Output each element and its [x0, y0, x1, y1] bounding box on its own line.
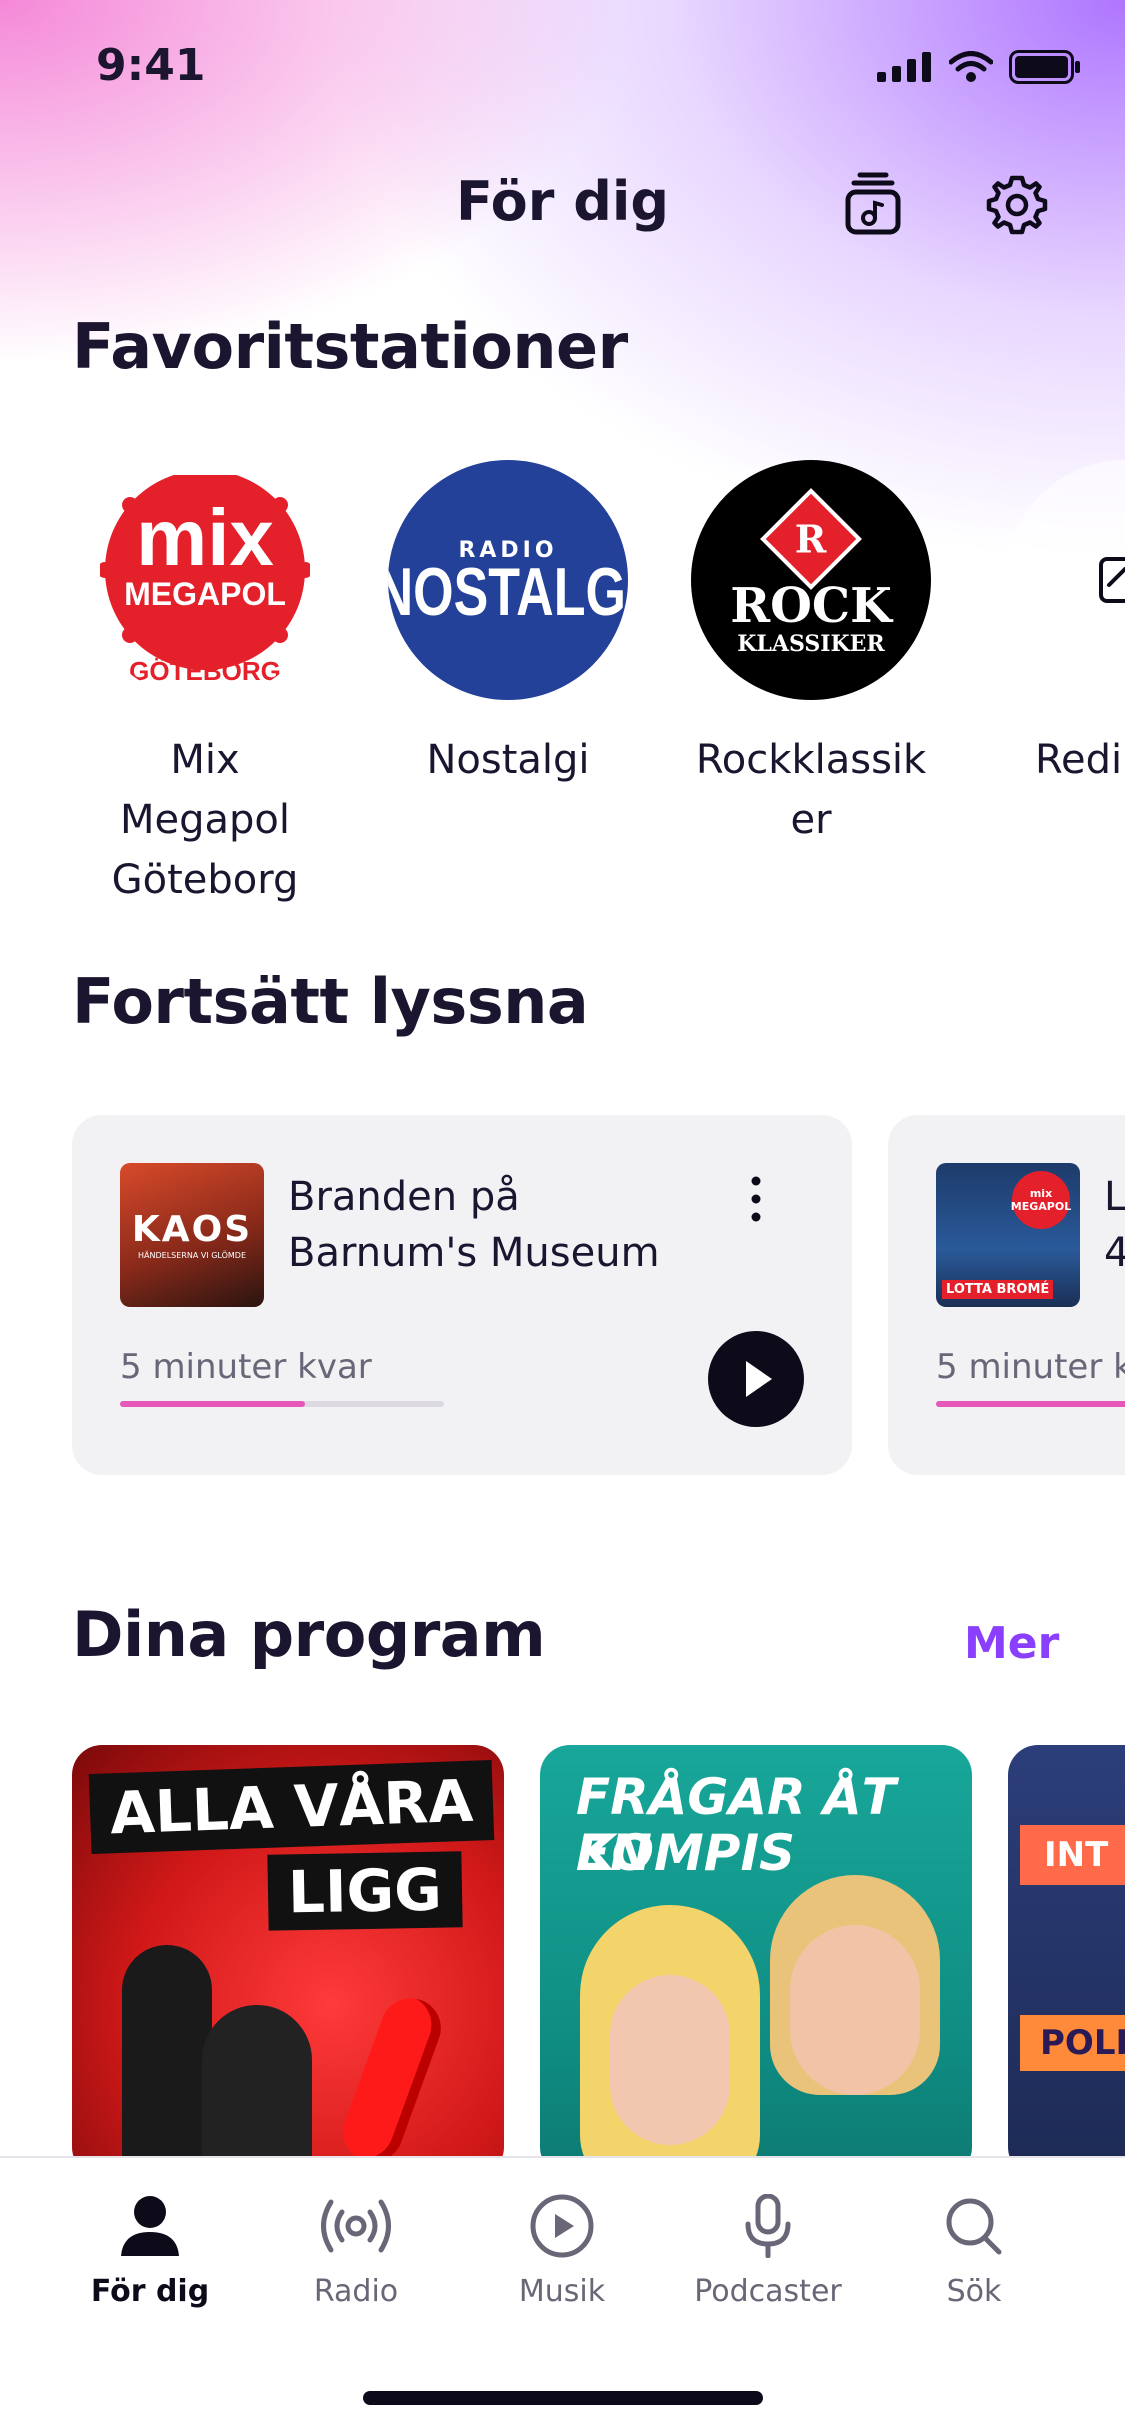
- program-tile-alla-vara-ligg[interactable]: ALLA VÅRA LIGG: [72, 1745, 504, 2177]
- logo-text: NOSTALGI: [388, 554, 628, 631]
- station-logo: RADIO NOSTALGI: [388, 460, 628, 700]
- program-tile-fragar-at-en-kompis[interactable]: FRÅGAR ÅT EN KOMPIS: [540, 1745, 972, 2177]
- continue-card[interactable]: mix MEGAPOL LOTTA BROMÉ L 4 5 minuter k: [888, 1115, 1125, 1475]
- play-icon: [746, 1361, 772, 1397]
- time-remaining: 5 minuter kvar: [120, 1347, 372, 1387]
- face-shape: [610, 1975, 730, 2145]
- station-edit[interactable]: Redi: [1005, 460, 1125, 790]
- music-library-button[interactable]: [838, 170, 908, 240]
- station-logo: R ROCK KLASSIKER: [691, 460, 931, 700]
- tab-for-dig[interactable]: För dig: [60, 2194, 240, 2309]
- tab-podcaster[interactable]: Podcaster: [678, 2193, 858, 2309]
- episode-title: L 4: [1104, 1174, 1125, 1276]
- station-logo: mix MEGAPOL GÖTEBORG: [85, 460, 325, 700]
- tab-label: För dig: [90, 2274, 210, 2309]
- progress-bar: [120, 1401, 444, 1407]
- logo-sub-text: KLASSIKER: [737, 631, 885, 657]
- favorites-title: Favoritstationer: [72, 310, 628, 383]
- person-silhouette: [122, 1945, 212, 2177]
- station-name: Mix Megapol Göteborg: [111, 737, 299, 903]
- page-title: För dig: [455, 170, 670, 233]
- episode-thumbnail: KAOS HÄNDELSERNA VI GLÖMDE: [120, 1163, 264, 1307]
- edit-favorites-circle: [1005, 460, 1125, 700]
- station-name: Rockklassiker: [695, 737, 927, 843]
- home-indicator: [363, 2391, 763, 2405]
- svg-text:GÖTEBORG: GÖTEBORG: [129, 656, 281, 685]
- progress-bar: [936, 1401, 1125, 1407]
- wifi-icon: [949, 51, 993, 82]
- microphone-icon: [745, 2193, 791, 2259]
- search-icon: [946, 2198, 1002, 2255]
- status-icons: [877, 50, 1081, 84]
- station-name: Nostalgi: [426, 737, 590, 783]
- episode-thumbnail: mix MEGAPOL LOTTA BROMÉ: [936, 1163, 1080, 1307]
- time-remaining: 5 minuter k: [936, 1347, 1125, 1387]
- person-icon: [121, 2196, 179, 2256]
- station-rockklassiker[interactable]: R ROCK KLASSIKER Rockklassiker: [691, 460, 931, 850]
- station-nostalgi[interactable]: RADIO NOSTALGI Nostalgi: [388, 460, 628, 790]
- mix-megapol-logo: mix MEGAPOL GÖTEBORG: [100, 475, 310, 685]
- station-mix-megapol[interactable]: mix MEGAPOL GÖTEBORG Mix Megapol Götebor…: [85, 460, 325, 910]
- tab-musik[interactable]: Musik: [472, 2194, 652, 2309]
- play-circle-icon: [530, 2194, 594, 2258]
- logo-text: mix: [136, 493, 274, 582]
- edit-icon: [1099, 557, 1125, 603]
- svg-text:MEGAPOL: MEGAPOL: [124, 576, 286, 612]
- music-library-icon: [845, 172, 901, 235]
- continue-listening-title: Fortsätt lyssna: [72, 965, 589, 1038]
- tab-label: Radio: [313, 2274, 399, 2309]
- continue-card[interactable]: KAOS HÄNDELSERNA VI GLÖMDE Branden på Ba…: [72, 1115, 852, 1475]
- more-options-button[interactable]: [740, 1171, 772, 1231]
- tab-sok[interactable]: Sök: [884, 2194, 1064, 2309]
- settings-button[interactable]: [982, 170, 1052, 240]
- battery-icon: [1009, 50, 1080, 84]
- more-vertical-icon: [751, 1176, 761, 1222]
- your-programs-title: Dina program: [72, 1598, 546, 1671]
- tab-label: Musik: [518, 2274, 606, 2309]
- tab-label: Podcaster: [694, 2274, 842, 2309]
- boot-shape: [334, 1989, 450, 2171]
- tab-radio[interactable]: Radio: [266, 2194, 446, 2309]
- for-dig-screen: 9:41 För dig Favoritstationer mix MEGAPO…: [0, 0, 1125, 2436]
- gear-icon: [986, 175, 1048, 235]
- tab-label: Sök: [946, 2274, 1002, 2309]
- rock-diamond-mark: R: [760, 488, 862, 590]
- episode-title: Branden på Barnum's Museum: [288, 1174, 660, 1276]
- status-time: 9:41: [96, 40, 206, 91]
- person-silhouette: [202, 2005, 312, 2177]
- play-button[interactable]: [708, 1331, 804, 1427]
- program-tile-politik[interactable]: INT POLIT: [1008, 1745, 1125, 2177]
- station-name: Redi: [1035, 737, 1123, 783]
- signal-icon: [877, 52, 931, 82]
- radio-icon: [321, 2199, 391, 2253]
- face-shape: [790, 1925, 920, 2095]
- more-link[interactable]: Mer: [964, 1618, 1059, 1669]
